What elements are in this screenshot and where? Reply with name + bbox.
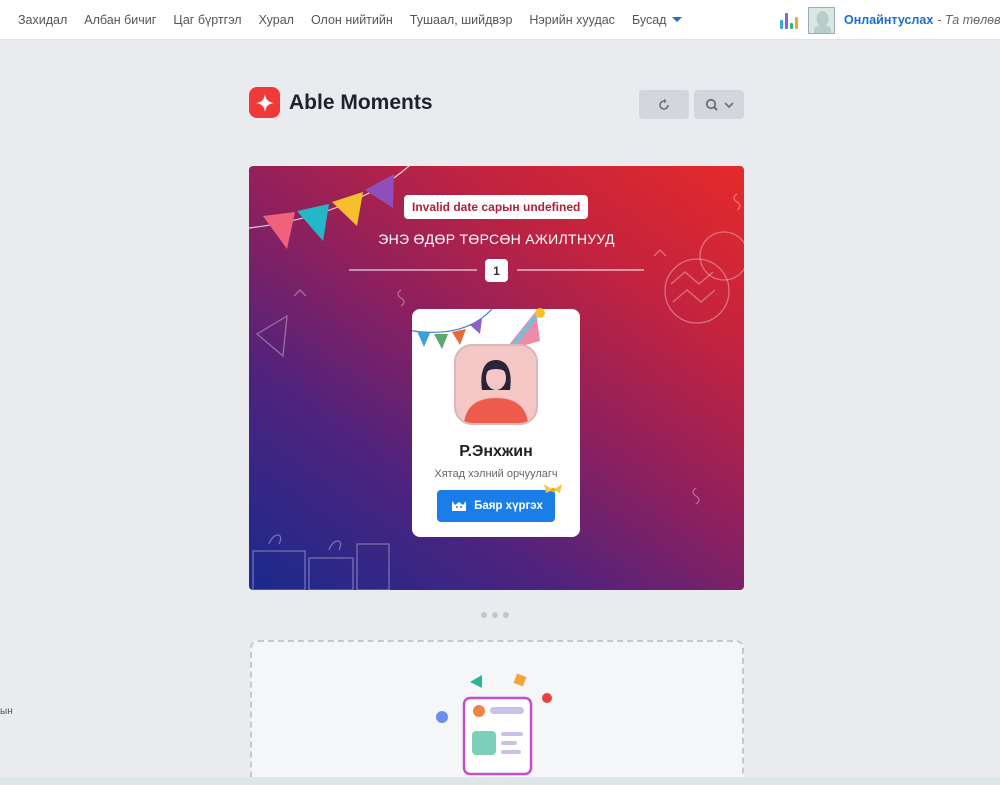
user-status-text[interactable]: - Та төлөв <box>937 13 1000 27</box>
side-text-fragment: ын <box>0 706 13 717</box>
app-header: Able Moments <box>249 87 433 118</box>
person-card: Р.Энхжин Хятад хэлний орчуулагч Баяр хүр… <box>412 308 580 537</box>
congratulate-label: Баяр хүргэх <box>474 500 543 512</box>
birthday-heading: ЭНЭ ӨДӨР ТӨРСӨН АЖИЛТНУУД <box>378 231 615 247</box>
user-name-link[interactable]: Онлайнтуслах <box>844 13 933 27</box>
birthday-count: 1 <box>485 259 508 282</box>
nav-item-label: Цаг бүртгэл <box>173 12 242 27</box>
nav-item-label: Хурал <box>258 12 294 27</box>
apps-bars-icon[interactable] <box>780 11 798 29</box>
congrats-cat-icon <box>452 501 467 511</box>
nav-item-label: Захидал <box>18 12 68 27</box>
app-title: Able Moments <box>289 90 433 114</box>
carousel-dot[interactable] <box>481 612 487 618</box>
user-area: Онлайнтуслах - Та төлөв <box>780 0 1000 40</box>
nav-item-public[interactable]: Олон нийтийн <box>311 13 393 27</box>
person-name: Р.Энхжин <box>459 443 533 460</box>
nav-item-label: Бусад <box>631 12 667 27</box>
nav-item-label: Тушаал, шийдвэр <box>409 12 513 27</box>
person-role: Хятад хэлний орчуулагч <box>434 468 558 480</box>
date-label: Invalid date сарын undefined <box>404 195 589 219</box>
caret-down-icon <box>672 17 683 22</box>
taskbar-strip <box>0 777 1000 785</box>
search-icon <box>705 98 718 111</box>
nav-item-meetings[interactable]: Хурал <box>259 13 294 27</box>
empty-illustration-icon <box>436 673 552 776</box>
search-dropdown-button[interactable] <box>694 90 744 119</box>
nav-item-orders[interactable]: Тушаал, шийдвэр <box>410 13 513 27</box>
nav-item-mail[interactable]: Захидал <box>18 13 67 27</box>
refresh-icon <box>659 98 669 110</box>
congratulate-button[interactable]: Баяр хүргэх <box>437 490 555 522</box>
nav-item-label: Нэрийн хуудас <box>529 12 615 27</box>
chevron-down-icon <box>723 101 734 108</box>
bow-icon <box>544 484 562 493</box>
carousel-pagination[interactable] <box>481 612 514 618</box>
person-silhouette-icon <box>464 360 528 423</box>
empty-state-card <box>250 640 744 785</box>
divider-left <box>349 269 477 271</box>
nav-item-label: Албан бичиг <box>84 12 157 27</box>
carousel-dot[interactable] <box>503 612 509 618</box>
birthday-card: Invalid date сарын undefined ЭНЭ ӨДӨР ТӨ… <box>249 166 744 590</box>
nav-item-business-cards[interactable]: Нэрийн хуудас <box>529 13 615 27</box>
nav-item-time-registration[interactable]: Цаг бүртгэл <box>173 13 241 27</box>
nav-items: Захидал Албан бичиг Цаг бүртгэл Хурал Ол… <box>0 13 699 27</box>
top-navigation: Захидал Албан бичиг Цаг бүртгэл Хурал Ол… <box>0 0 1000 40</box>
user-avatar[interactable] <box>808 6 835 34</box>
person-avatar <box>454 344 538 425</box>
sparkle-logo-icon <box>249 87 280 118</box>
divider-right <box>517 269 644 271</box>
nav-item-more[interactable]: Бусад <box>632 13 683 27</box>
refresh-button[interactable] <box>639 90 689 119</box>
nav-item-label: Олон нийтийн <box>310 12 393 27</box>
nav-item-official-letters[interactable]: Албан бичиг <box>84 13 156 27</box>
user-silhouette-icon <box>814 10 831 33</box>
carousel-dot[interactable] <box>492 612 498 618</box>
